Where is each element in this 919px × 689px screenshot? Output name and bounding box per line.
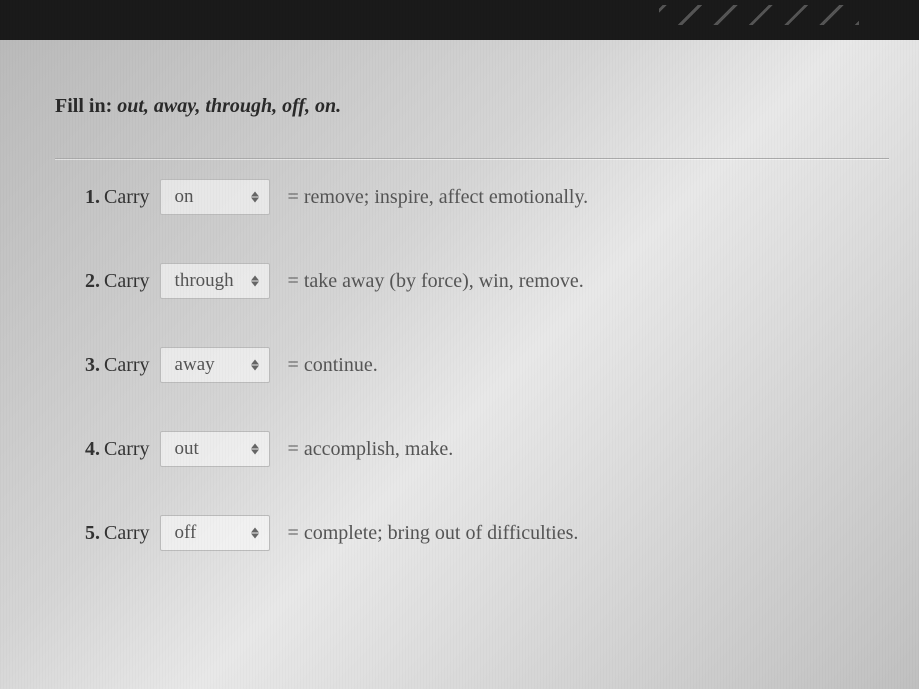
stepper-arrows-icon <box>251 276 259 287</box>
definition-text: = take away (by force), win, remove. <box>288 270 584 293</box>
definition-text: = remove; inspire, affect emotionally. <box>288 186 589 209</box>
exercise-item: 2. Carry through = take away (by force),… <box>85 263 889 299</box>
instruction-words: out, away, through, off, on. <box>117 95 341 117</box>
item-number: 5. <box>85 522 100 545</box>
window-top-bar <box>0 0 919 40</box>
exercise-item: 3. Carry away = continue. <box>85 347 889 383</box>
exercise-item: 1. Carry on = remove; inspire, affect em… <box>85 179 889 215</box>
select-value: off <box>175 522 197 544</box>
divider <box>55 158 889 159</box>
item-number: 3. <box>85 354 100 377</box>
item-verb-label: Carry <box>104 438 150 461</box>
select-value: on <box>175 186 194 208</box>
stepper-arrows-icon <box>251 360 259 371</box>
preposition-select[interactable]: on <box>160 179 270 215</box>
stepper-arrows-icon <box>251 528 259 539</box>
instruction-prefix: Fill in: <box>55 95 117 117</box>
exercise-container: Fill in: out, away, through, off, on. 1.… <box>55 95 919 639</box>
definition-text: = complete; bring out of difficulties. <box>288 522 579 545</box>
definition-text: = continue. <box>288 354 378 377</box>
stepper-arrows-icon <box>251 192 259 203</box>
item-verb-label: Carry <box>104 186 150 209</box>
item-verb-label: Carry <box>104 270 150 293</box>
preposition-select[interactable]: off <box>160 515 270 551</box>
select-value: through <box>175 270 234 292</box>
exercise-item: 5. Carry off = complete; bring out of di… <box>85 515 889 551</box>
select-value: out <box>175 438 199 460</box>
select-value: away <box>175 354 215 376</box>
preposition-select[interactable]: away <box>160 347 270 383</box>
preposition-select[interactable]: out <box>160 431 270 467</box>
content-frame: Fill in: out, away, through, off, on. 1.… <box>0 40 919 639</box>
stepper-arrows-icon <box>251 444 259 455</box>
item-verb-label: Carry <box>104 522 150 545</box>
item-number: 4. <box>85 438 100 461</box>
instruction-line: Fill in: out, away, through, off, on. <box>55 95 889 148</box>
item-number: 1. <box>85 186 100 209</box>
preposition-select[interactable]: through <box>160 263 270 299</box>
item-number: 2. <box>85 270 100 293</box>
definition-text: = accomplish, make. <box>288 438 454 461</box>
item-verb-label: Carry <box>104 354 150 377</box>
exercise-item: 4. Carry out = accomplish, make. <box>85 431 889 467</box>
